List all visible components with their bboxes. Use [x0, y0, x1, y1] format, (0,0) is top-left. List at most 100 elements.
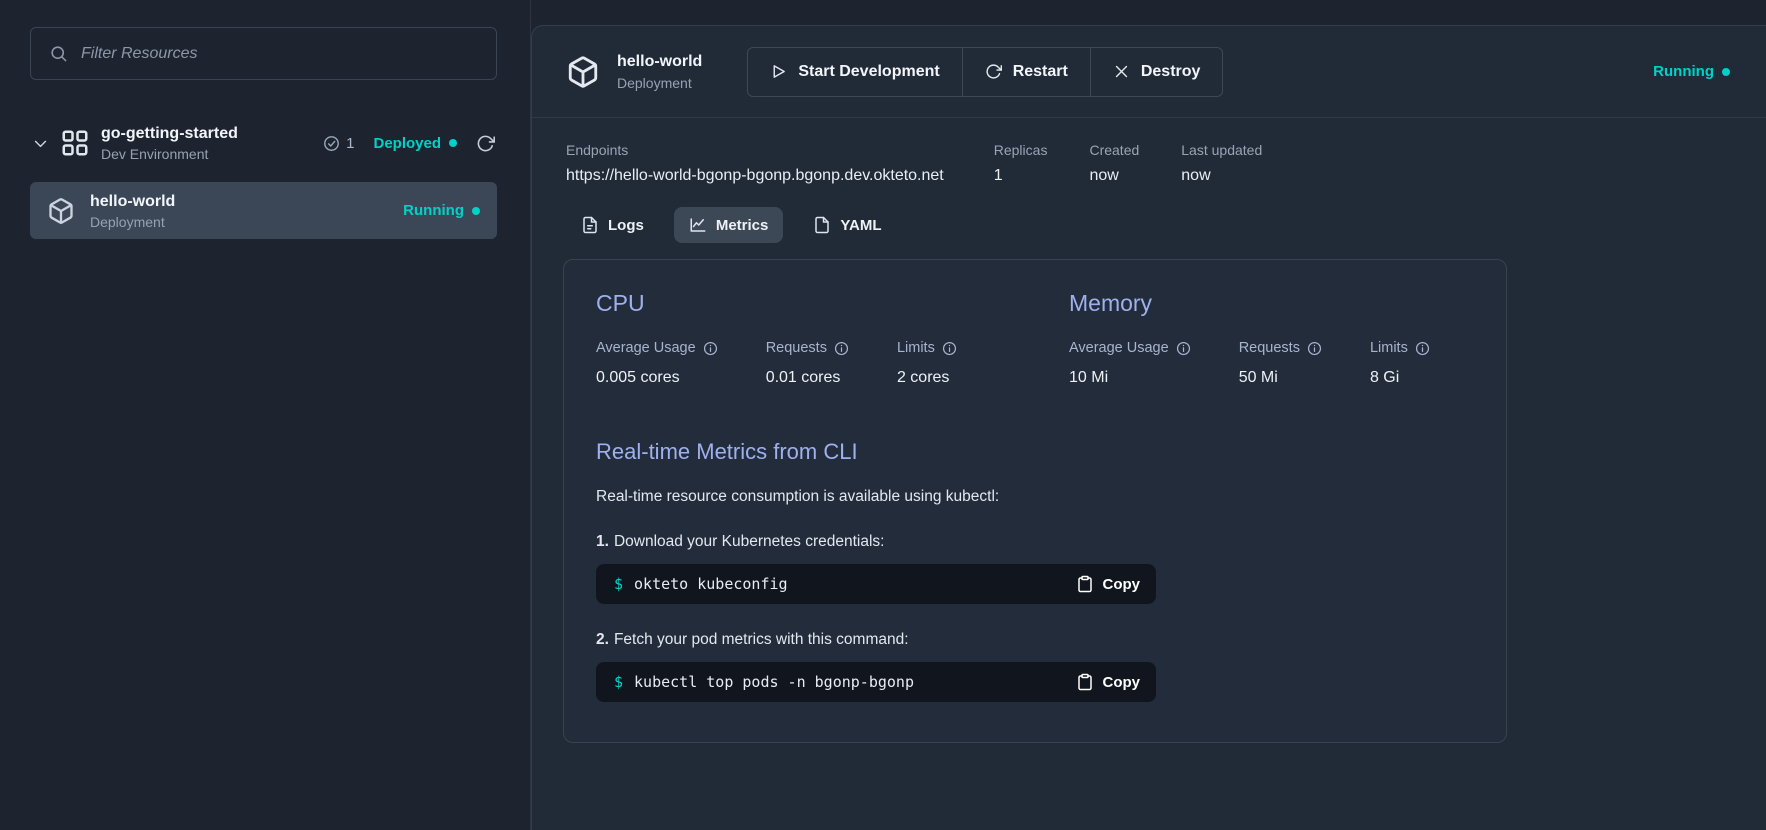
destroy-label: Destroy [1140, 62, 1201, 80]
detail-tabs: Logs Metrics YAML [532, 193, 1766, 243]
play-icon [773, 65, 786, 78]
filter-resources-input[interactable] [81, 44, 478, 63]
cli-section-title: Real-time Metrics from CLI [596, 439, 858, 464]
cpu-stats: Average Usage 0.005 cores Requests 0.01 … [596, 340, 1069, 387]
memory-requests-stat: Requests 50 Mi [1239, 340, 1322, 387]
copy-label: Copy [1102, 575, 1141, 593]
memory-title: Memory [1069, 290, 1153, 316]
deployment-header: hello-world Deployment Start Development… [532, 26, 1766, 118]
search-icon [51, 46, 67, 62]
metrics-icon [690, 218, 706, 232]
deployment-icon [49, 197, 73, 224]
tab-yaml-label: YAML [840, 216, 882, 234]
copy-command-2-button[interactable]: Copy [1076, 673, 1141, 691]
shell-prompt: $ [614, 673, 624, 691]
filter-resources-box[interactable] [30, 27, 497, 80]
endpoints-block: Endpoints https://hello-world-bgonp-bgon… [566, 142, 944, 185]
step-number: 2. [596, 631, 609, 648]
tab-logs[interactable]: Logs [566, 207, 659, 243]
cli-command-2: $ kubectl top pods -n bgonp-bgonp Copy [596, 662, 1156, 702]
meta-last-updated: Last updated now [1181, 142, 1263, 184]
cpu-requests-stat: Requests 0.01 cores [766, 340, 849, 387]
tab-yaml[interactable]: YAML [798, 207, 896, 243]
copy-command-1-button[interactable]: Copy [1076, 575, 1141, 593]
close-icon [1115, 65, 1128, 78]
main-panel: hello-world Deployment Start Development… [531, 25, 1766, 830]
deployment-title-text: hello-world Deployment [617, 52, 702, 90]
dev-environment-icon [62, 130, 88, 156]
start-development-label: Start Development [798, 62, 940, 80]
resource-count-badge: 1 [323, 135, 354, 152]
resource-text: hello-world Deployment [90, 192, 175, 230]
status-dot [472, 206, 480, 215]
chevron-down-icon[interactable] [32, 135, 49, 152]
environment-status-label: Deployed [373, 134, 441, 152]
copy-label: Copy [1102, 673, 1141, 691]
cli-step-2-text: 2. Fetch your pod metrics with this comma… [596, 631, 909, 648]
status-dot [1722, 67, 1730, 76]
cpu-average-usage-stat: Average Usage 0.005 cores [596, 340, 718, 387]
logs-icon [583, 216, 597, 234]
resource-type: Deployment [90, 213, 165, 230]
yaml-icon [815, 216, 830, 234]
cpu-limits-stat: Limits 2 cores [897, 340, 957, 387]
memory-limits-stat: Limits 8 Gi [1370, 340, 1430, 387]
resource-count: 1 [346, 134, 355, 152]
deployment-icon [568, 55, 598, 88]
resource-row-hello-world[interactable]: hello-world Deployment Running [30, 182, 497, 240]
environment-type: Dev Environment [101, 146, 209, 163]
endpoints-label: Endpoints [566, 142, 629, 158]
environment-row-go-getting-started[interactable]: go-getting-started Dev Environment 1 Dep… [30, 120, 497, 166]
destroy-button[interactable]: Destroy [1089, 47, 1223, 96]
deployment-overview: Endpoints https://hello-world-bgonp-bgon… [532, 118, 1766, 193]
info-icon[interactable] [834, 341, 849, 356]
page-title: hello-world [617, 53, 703, 71]
info-icon[interactable] [703, 341, 718, 356]
environment-status-badge: Deployed [373, 135, 457, 152]
restart-icon [986, 64, 1002, 79]
tab-metrics[interactable]: Metrics [673, 207, 784, 243]
memory-metrics-group: Memory Average Usage 10 Mi Requests 50 M… [1069, 290, 1476, 387]
status-dot [449, 139, 457, 148]
environment-name: go-getting-started [101, 125, 238, 142]
page-subtitle: Deployment [617, 74, 692, 91]
sidebar: go-getting-started Dev Environment 1 Dep… [0, 0, 531, 830]
info-icon[interactable] [1307, 341, 1322, 356]
command-text: $ okteto kubeconfig [614, 575, 788, 593]
copy-icon [1077, 673, 1092, 691]
shell-prompt: $ [614, 575, 624, 593]
info-icon[interactable] [1176, 341, 1191, 356]
deployment-status-badge: Running [1653, 63, 1730, 80]
info-icon[interactable] [1415, 341, 1430, 356]
start-development-button[interactable]: Start Development [748, 48, 961, 96]
check-circle-icon [324, 135, 340, 151]
resource-name: hello-world [90, 192, 176, 210]
endpoint-url[interactable]: https://hello-world-bgonp-bgonp.bgonp.de… [566, 167, 944, 185]
environment-meta: 1 Deployed [323, 134, 495, 153]
copy-icon [1077, 575, 1092, 593]
metrics-card: CPU Average Usage 0.005 cores Requests 0… [563, 259, 1507, 743]
cli-command-1: $ okteto kubeconfig Copy [596, 564, 1156, 604]
cpu-title: CPU [596, 290, 645, 316]
cli-step-1-text: 1. Download your Kubernetes credentials: [596, 533, 885, 550]
command-text: $ kubectl top pods -n bgonp-bgonp [614, 673, 914, 691]
resource-status-badge: Running [403, 202, 480, 219]
okteto-app: go-getting-started Dev Environment 1 Dep… [0, 0, 1766, 830]
memory-average-usage-stat: Average Usage 10 Mi [1069, 340, 1191, 387]
meta-created: Created now [1089, 142, 1140, 184]
deployment-actions: Start Development Restart Destroy [747, 46, 1224, 97]
environment-text: go-getting-started Dev Environment [101, 124, 238, 162]
meta-replicas: Replicas 1 [993, 142, 1048, 184]
memory-stats: Average Usage 10 Mi Requests 50 Mi Limit… [1069, 340, 1476, 387]
deployment-title-block: hello-world Deployment [566, 52, 702, 91]
refresh-icon[interactable] [476, 134, 495, 153]
info-icon[interactable] [942, 341, 957, 356]
step-number: 1. [596, 533, 609, 550]
deployment-meta: Replicas 1 Created now Last updated now [994, 142, 1262, 185]
cpu-metrics-group: CPU Average Usage 0.005 cores Requests 0… [596, 290, 1069, 387]
restart-label: Restart [1012, 62, 1068, 80]
resource-metrics: CPU Average Usage 0.005 cores Requests 0… [596, 290, 1476, 387]
cli-intro-text: Real-time resource consumption is availa… [596, 488, 1000, 505]
restart-button[interactable]: Restart [961, 47, 1090, 96]
resource-status-label: Running [403, 202, 464, 220]
